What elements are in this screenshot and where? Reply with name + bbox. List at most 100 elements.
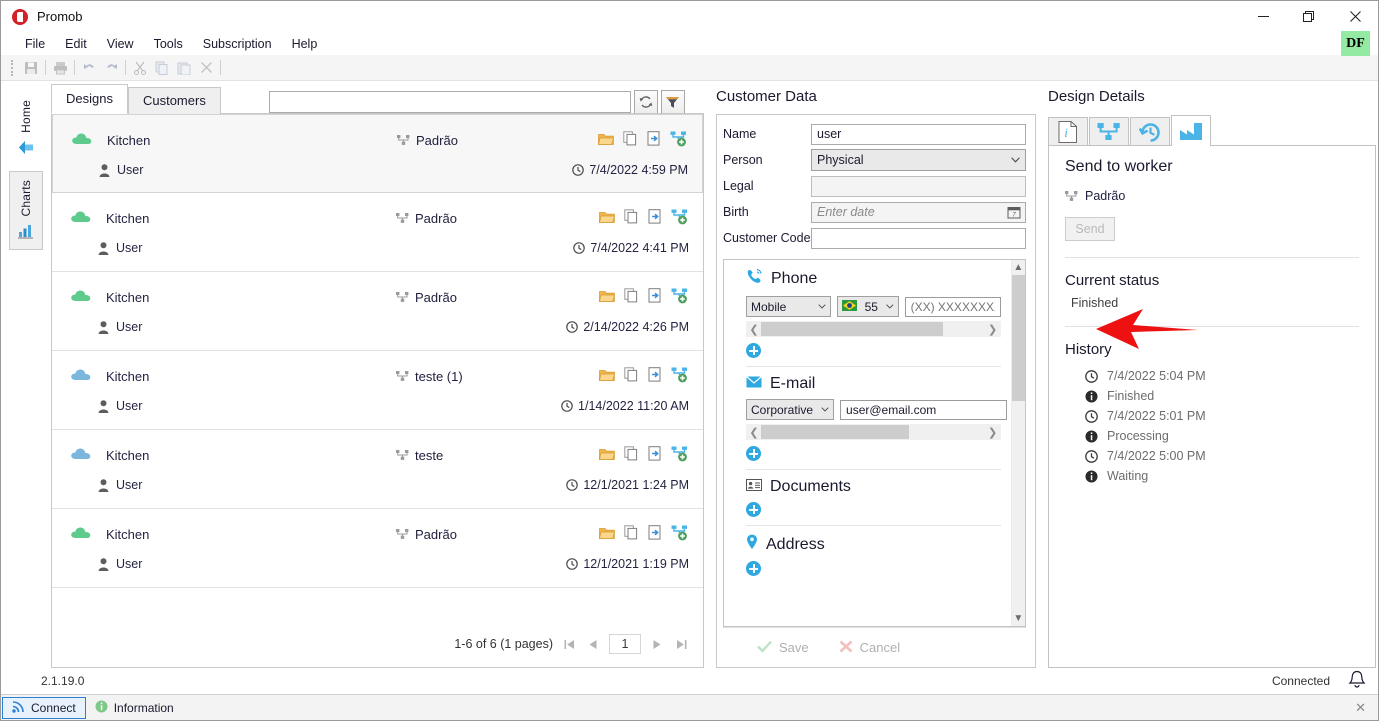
- export-icon[interactable]: [648, 367, 662, 385]
- close-button[interactable]: [1332, 1, 1378, 32]
- filter-icon[interactable]: [660, 90, 685, 114]
- scroll-right-icon[interactable]: ❯: [986, 426, 1000, 439]
- send-button[interactable]: Send: [1065, 217, 1115, 241]
- page-number-input[interactable]: [609, 634, 641, 654]
- copy-icon[interactable]: [151, 58, 173, 78]
- redo-icon[interactable]: [100, 58, 122, 78]
- copy-icon[interactable]: [624, 446, 639, 464]
- delete-icon[interactable]: [195, 58, 217, 78]
- menu-item-tools[interactable]: Tools: [144, 34, 193, 54]
- copy-icon[interactable]: [624, 288, 639, 306]
- status-connect-button[interactable]: Connect: [2, 696, 86, 719]
- menu-item-view[interactable]: View: [97, 34, 144, 54]
- scroll-left-icon[interactable]: ❮: [747, 323, 761, 336]
- sidebar-item-charts[interactable]: Charts: [9, 170, 43, 251]
- scroll-up-icon[interactable]: ▲: [1013, 260, 1023, 275]
- table-row[interactable]: Kitchen teste User 12/1/2021 1:24 PM: [52, 430, 703, 509]
- scroll-down-icon[interactable]: ▼: [1013, 611, 1023, 626]
- scroll-right-icon[interactable]: ❯: [986, 323, 1000, 336]
- menu-item-help[interactable]: Help: [282, 34, 328, 54]
- search-input[interactable]: [268, 91, 631, 113]
- table-row[interactable]: Kitchen Padrão: [52, 193, 703, 272]
- user-badge[interactable]: DF: [1341, 31, 1370, 56]
- save-button[interactable]: Save: [757, 640, 809, 656]
- scroll-left-icon[interactable]: ❮: [747, 426, 761, 439]
- print-icon[interactable]: [49, 58, 71, 78]
- phone-horizontal-scrollbar[interactable]: ❮ ❯: [746, 321, 1001, 337]
- first-page-button[interactable]: [561, 635, 577, 653]
- export-icon[interactable]: [648, 209, 662, 227]
- table-row[interactable]: Kitchen Padrão: [52, 509, 703, 588]
- country-code-select[interactable]: 55: [836, 296, 899, 317]
- menu-item-file[interactable]: File: [15, 34, 55, 54]
- scroll-thumb[interactable]: [1011, 275, 1025, 401]
- tab-info[interactable]: i: [1048, 117, 1088, 146]
- status-information-button[interactable]: Information: [86, 697, 183, 719]
- upload-network-icon[interactable]: [671, 525, 689, 544]
- copy-icon[interactable]: [624, 525, 639, 543]
- email-input[interactable]: [840, 399, 1008, 420]
- hierarchy-icon: [396, 371, 409, 381]
- upload-network-icon[interactable]: [671, 446, 689, 465]
- open-folder-icon[interactable]: [599, 210, 615, 227]
- export-icon[interactable]: [648, 288, 662, 306]
- contact-vertical-scrollbar[interactable]: ▲ ▼: [1010, 260, 1025, 626]
- last-page-button[interactable]: [673, 635, 689, 653]
- undo-icon[interactable]: [78, 58, 100, 78]
- save-icon[interactable]: [20, 58, 42, 78]
- minimize-button[interactable]: [1240, 1, 1286, 32]
- cancel-button[interactable]: Cancel: [839, 640, 900, 656]
- refresh-icon[interactable]: [633, 90, 658, 114]
- open-folder-icon[interactable]: [599, 526, 615, 543]
- scroll-thumb[interactable]: [761, 425, 909, 439]
- open-folder-icon[interactable]: [599, 447, 615, 464]
- add-document-icon[interactable]: [746, 502, 761, 517]
- tab-factory[interactable]: [1171, 115, 1211, 146]
- copy-icon[interactable]: [624, 209, 639, 227]
- menu-item-subscription[interactable]: Subscription: [193, 34, 282, 54]
- tab-designs[interactable]: Designs: [51, 84, 128, 114]
- upload-network-icon[interactable]: [671, 288, 689, 307]
- table-row[interactable]: Kitchen Padrão: [52, 114, 703, 193]
- copy-icon[interactable]: [623, 131, 638, 149]
- legal-input[interactable]: [811, 175, 1026, 197]
- add-phone-icon[interactable]: [746, 343, 761, 358]
- email-horizontal-scrollbar[interactable]: ❮ ❯: [746, 424, 1001, 440]
- scroll-thumb[interactable]: [761, 322, 943, 336]
- person-select[interactable]: Physical: [811, 149, 1026, 171]
- toolbar-grip[interactable]: [11, 59, 15, 76]
- tab-hierarchy[interactable]: [1089, 117, 1129, 146]
- open-folder-icon[interactable]: [598, 132, 614, 149]
- status-close-button[interactable]: ✕: [1355, 700, 1378, 716]
- previous-page-button[interactable]: [585, 635, 601, 653]
- copy-icon[interactable]: [624, 367, 639, 385]
- add-address-icon[interactable]: [746, 561, 761, 576]
- paste-icon[interactable]: [173, 58, 195, 78]
- next-page-button[interactable]: [649, 635, 665, 653]
- phone-number-input[interactable]: [904, 296, 1001, 317]
- upload-network-icon[interactable]: [670, 131, 688, 150]
- birth-date-field[interactable]: Enter date 7: [811, 201, 1026, 223]
- export-icon[interactable]: [647, 131, 661, 149]
- email-type-select[interactable]: Corporative: [746, 399, 835, 420]
- customer-code-input[interactable]: [811, 227, 1026, 249]
- upload-network-icon[interactable]: [671, 367, 689, 386]
- tab-customers[interactable]: Customers: [127, 87, 221, 114]
- export-icon[interactable]: [648, 525, 662, 543]
- cut-icon[interactable]: [129, 58, 151, 78]
- bell-icon[interactable]: [1348, 670, 1366, 692]
- designs-list[interactable]: Kitchen Padrão User 7/4/2022 4:59 PM Kit…: [51, 113, 704, 668]
- phone-type-select[interactable]: Mobile: [746, 296, 831, 317]
- table-row[interactable]: Kitchen teste (1) User 1/14/2022 11:20 A…: [52, 351, 703, 430]
- name-input[interactable]: [811, 123, 1026, 145]
- open-folder-icon[interactable]: [599, 289, 615, 306]
- menu-item-edit[interactable]: Edit: [55, 34, 97, 54]
- sidebar-item-home[interactable]: Home: [9, 91, 43, 167]
- upload-network-icon[interactable]: [671, 209, 689, 228]
- maximize-button[interactable]: [1286, 1, 1332, 32]
- table-row[interactable]: Kitchen Padrão: [52, 272, 703, 351]
- add-email-icon[interactable]: [746, 446, 761, 461]
- open-folder-icon[interactable]: [599, 368, 615, 385]
- tab-history[interactable]: [1130, 117, 1170, 146]
- export-icon[interactable]: [648, 446, 662, 464]
